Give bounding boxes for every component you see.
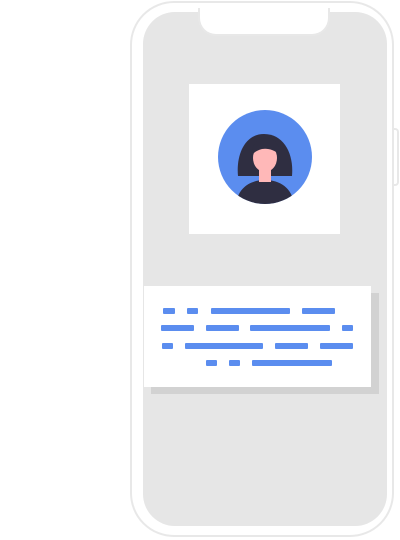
text-card (144, 286, 371, 387)
text-line-bar (211, 308, 290, 314)
text-line-bar (163, 308, 175, 314)
side-button (394, 128, 399, 186)
text-line-bar (187, 308, 198, 314)
text-line-bar (275, 343, 308, 349)
text-line-bar (302, 308, 335, 314)
illustration (0, 0, 400, 540)
text-line-bar (161, 325, 194, 331)
text-line-bar (320, 343, 353, 349)
phone-notch (198, 8, 330, 36)
text-line-bar (206, 360, 217, 366)
text-line-bar (229, 360, 240, 366)
text-line-bar (250, 325, 330, 331)
text-line-bar (185, 343, 263, 349)
text-line-bar (162, 343, 173, 349)
text-line-bar (342, 325, 353, 331)
text-line-bar (206, 325, 239, 331)
user-avatar-icon (218, 110, 312, 204)
text-line-bar (252, 360, 332, 366)
